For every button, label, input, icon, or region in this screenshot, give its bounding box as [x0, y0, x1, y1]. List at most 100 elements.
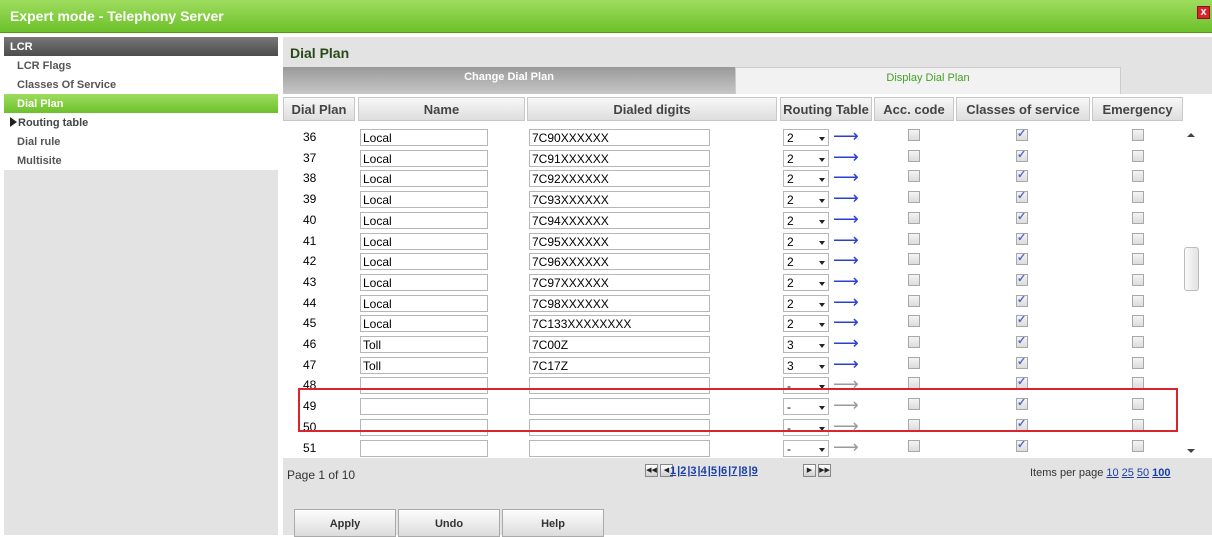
acc-code-checkbox[interactable] — [908, 315, 920, 328]
routing-table-select[interactable]: 2 — [783, 253, 829, 271]
page-link[interactable]: 4 — [701, 465, 707, 477]
dialed-digits-field[interactable]: 7C95XXXXXX — [529, 232, 710, 250]
acc-code-checkbox[interactable] — [908, 336, 920, 348]
classes-of-service-checkbox[interactable] — [1016, 396, 1028, 411]
emergency-checkbox[interactable] — [1132, 273, 1144, 286]
page-link[interactable]: 2 — [680, 465, 686, 477]
routing-table-select[interactable]: - — [783, 439, 829, 457]
dialed-digits-field[interactable]: 7C97XXXXXX — [529, 273, 710, 291]
items-per-page-option[interactable]: 50 — [1137, 467, 1149, 479]
classes-of-service-checkbox[interactable] — [1016, 210, 1028, 224]
classes-of-service-checkbox[interactable] — [1016, 438, 1028, 452]
last-page-icon[interactable]: ▶▶ — [818, 464, 831, 477]
scroll-up-icon[interactable] — [1187, 133, 1195, 137]
classes-of-service-checkbox[interactable] — [1016, 334, 1028, 348]
name-field[interactable] — [360, 377, 488, 395]
emergency-checkbox[interactable] — [1132, 439, 1144, 452]
dialed-digits-field[interactable]: 7C96XXXXXX — [529, 253, 710, 271]
go-to-routing-table-icon[interactable]: ⟶ — [833, 126, 859, 146]
classes-of-service-checkbox[interactable] — [1016, 251, 1028, 266]
sidebar-item-dial-rule[interactable]: Dial rule — [4, 132, 278, 151]
sidebar-item-classes-of-service[interactable]: Classes Of Service — [4, 75, 278, 94]
acc-code-checkbox[interactable] — [908, 356, 920, 369]
acc-code-checkbox[interactable] — [908, 377, 920, 390]
page-link[interactable]: 6 — [721, 465, 727, 477]
undo-button[interactable]: Undo — [398, 509, 500, 537]
routing-table-select[interactable]: 2 — [783, 273, 829, 291]
sidebar-item-multisite[interactable]: Multisite — [4, 151, 278, 170]
dialed-digits-field[interactable]: 7C90XXXXXX — [529, 129, 710, 146]
routing-table-select[interactable]: - — [783, 418, 829, 436]
items-per-page-option[interactable]: 10 — [1106, 467, 1118, 479]
dialed-digits-field[interactable]: 7C91XXXXXX — [529, 149, 710, 167]
go-to-routing-table-icon[interactable]: ⟶ — [833, 167, 859, 187]
classes-of-service-checkbox[interactable] — [1016, 355, 1028, 369]
name-field[interactable]: Local — [360, 129, 488, 146]
acc-code-checkbox[interactable] — [908, 149, 920, 162]
sidebar-item-lcr-flags[interactable]: LCR Flags — [4, 56, 278, 75]
go-to-routing-table-icon[interactable]: ⟶ — [833, 395, 859, 415]
dialed-digits-field[interactable]: 7C93XXXXXX — [529, 191, 710, 209]
go-to-routing-table-icon[interactable]: ⟶ — [833, 250, 859, 270]
name-field[interactable]: Local — [360, 191, 488, 209]
classes-of-service-checkbox[interactable] — [1016, 272, 1028, 286]
sidebar-item-dial-plan[interactable]: Dial Plan — [4, 94, 278, 113]
name-field[interactable]: Local — [360, 315, 488, 333]
dialed-digits-field[interactable] — [529, 398, 710, 416]
page-link[interactable]: 5 — [711, 465, 717, 477]
routing-table-select[interactable]: 3 — [783, 356, 829, 374]
items-per-page-option[interactable]: 25 — [1122, 467, 1134, 479]
go-to-routing-table-icon[interactable]: ⟶ — [833, 147, 859, 167]
emergency-checkbox[interactable] — [1132, 170, 1144, 183]
dialed-digits-field[interactable]: 7C94XXXXXX — [529, 211, 710, 229]
classes-of-service-checkbox[interactable] — [1016, 293, 1028, 307]
routing-table-select[interactable]: 2 — [783, 315, 829, 333]
page-link[interactable]: 8 — [741, 465, 747, 477]
classes-of-service-checkbox[interactable] — [1016, 231, 1028, 245]
go-to-routing-table-icon[interactable]: ⟶ — [833, 230, 859, 250]
scroll-down-icon[interactable] — [1187, 449, 1195, 453]
emergency-checkbox[interactable] — [1132, 129, 1144, 141]
dialed-digits-field[interactable]: 7C98XXXXXX — [529, 294, 710, 312]
routing-table-select[interactable]: 2 — [783, 294, 829, 312]
name-field[interactable]: Local — [360, 149, 488, 167]
emergency-checkbox[interactable] — [1132, 191, 1144, 204]
dialed-digits-field[interactable]: 7C133XXXXXXXX — [529, 315, 710, 333]
go-to-routing-table-icon[interactable]: ⟶ — [833, 271, 859, 291]
routing-table-select[interactable]: - — [783, 377, 829, 395]
acc-code-checkbox[interactable] — [908, 418, 920, 431]
go-to-routing-table-icon[interactable]: ⟶ — [833, 333, 859, 353]
name-field[interactable] — [360, 439, 488, 457]
go-to-routing-table-icon[interactable]: ⟶ — [833, 437, 859, 457]
page-link[interactable]: 9 — [752, 465, 758, 477]
routing-table-select[interactable]: 2 — [783, 170, 829, 188]
emergency-checkbox[interactable] — [1132, 149, 1144, 162]
go-to-routing-table-icon[interactable]: ⟶ — [833, 188, 859, 208]
acc-code-checkbox[interactable] — [908, 191, 920, 204]
classes-of-service-checkbox[interactable] — [1016, 168, 1028, 183]
page-link[interactable]: 7 — [731, 465, 737, 477]
emergency-checkbox[interactable] — [1132, 315, 1144, 328]
dialed-digits-field[interactable]: 7C92XXXXXX — [529, 170, 710, 188]
apply-button[interactable]: Apply — [294, 509, 396, 537]
page-link[interactable]: 1 — [670, 465, 676, 477]
emergency-checkbox[interactable] — [1132, 398, 1144, 411]
tab-display-dial-plan[interactable]: Display Dial Plan — [735, 67, 1121, 95]
acc-code-checkbox[interactable] — [908, 294, 920, 307]
page-link[interactable]: 3 — [690, 465, 696, 477]
dialed-digits-field[interactable] — [529, 439, 710, 457]
acc-code-checkbox[interactable] — [908, 211, 920, 224]
routing-table-select[interactable]: 2 — [783, 232, 829, 250]
next-page-icon[interactable]: ▶ — [803, 464, 816, 477]
dialed-digits-field[interactable]: 7C00Z — [529, 336, 710, 353]
emergency-checkbox[interactable] — [1132, 294, 1144, 307]
classes-of-service-checkbox[interactable] — [1016, 148, 1028, 162]
tab-change-dial-plan[interactable]: Change Dial Plan — [283, 67, 735, 95]
emergency-checkbox[interactable] — [1132, 211, 1144, 224]
routing-table-select[interactable]: 2 — [783, 211, 829, 229]
acc-code-checkbox[interactable] — [908, 253, 920, 266]
go-to-routing-table-icon[interactable]: ⟶ — [833, 354, 859, 374]
classes-of-service-checkbox[interactable] — [1016, 313, 1028, 328]
vertical-scrollbar[interactable] — [1183, 127, 1200, 457]
classes-of-service-checkbox[interactable] — [1016, 127, 1028, 141]
